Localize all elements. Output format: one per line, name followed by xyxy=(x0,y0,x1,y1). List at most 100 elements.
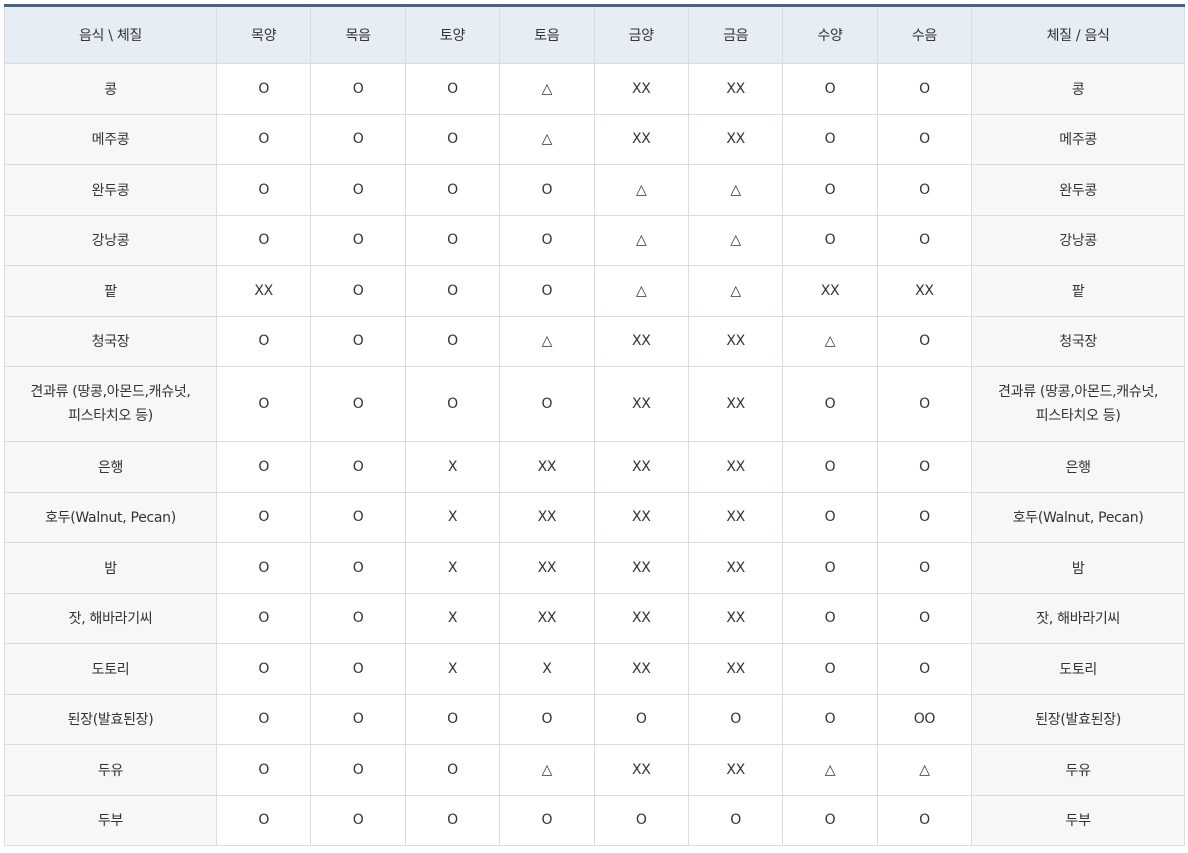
suitability-cell: XX xyxy=(687,592,784,644)
food-name-cell-right: 된장(발효된장) xyxy=(971,693,1186,745)
suitability-cell: O xyxy=(310,542,406,594)
suitability-cell: O xyxy=(876,542,973,594)
suitability-cell: XX xyxy=(593,113,689,165)
header-cell-toyang: 토양 xyxy=(404,5,501,64)
suitability-cell: XX xyxy=(593,592,689,644)
suitability-cell: XX xyxy=(687,643,784,695)
suitability-cell: O xyxy=(404,113,501,165)
header-row: 음식 \ 체질 목양 목음 토양 토음 금양 금음 수양 수음 체질 / 음식 xyxy=(4,5,1186,64)
suitability-cell: △ xyxy=(687,214,784,266)
suitability-cell: XX xyxy=(499,441,595,493)
suitability-cell: XX xyxy=(593,63,689,115)
food-name-cell-right: 두부 xyxy=(971,794,1186,846)
food-name-cell-right: 청국장 xyxy=(971,315,1186,367)
suitability-cell: O xyxy=(499,214,595,266)
suitability-cell: △ xyxy=(499,315,595,367)
suitability-cell: O xyxy=(310,366,406,442)
table-header: 음식 \ 체질 목양 목음 토양 토음 금양 금음 수양 수음 체질 / 음식 xyxy=(4,5,1186,64)
food-name-cell-right: 도토리 xyxy=(971,643,1186,695)
suitability-cell: O xyxy=(499,366,595,442)
suitability-cell: △ xyxy=(593,265,689,317)
suitability-cell: O xyxy=(782,164,878,216)
suitability-cell: X xyxy=(404,592,501,644)
food-name-cell-right: 견과류 (땅콩,아몬드,캐슈넛, 피스타치오 등) xyxy=(971,366,1186,442)
suitability-cell: OO xyxy=(876,693,973,745)
suitability-cell: O xyxy=(593,794,689,846)
suitability-cell: O xyxy=(404,214,501,266)
suitability-cell: O xyxy=(593,693,689,745)
table-row: 도토리 O O X X XX XX O O 도토리 xyxy=(4,643,1186,695)
food-name-cell-right: 두유 xyxy=(971,744,1186,796)
suitability-cell: O xyxy=(782,214,878,266)
suitability-cell: O xyxy=(215,542,312,594)
food-name-cell-right: 콩 xyxy=(971,63,1186,115)
food-name-cell: 은행 xyxy=(4,441,217,493)
suitability-cell: XX xyxy=(593,643,689,695)
suitability-cell: O xyxy=(876,315,973,367)
suitability-cell: O xyxy=(499,794,595,846)
header-cell-toeum: 토음 xyxy=(499,5,595,64)
table-row: 두부 O O O O O O O O 두부 xyxy=(4,794,1186,846)
suitability-cell: O xyxy=(782,113,878,165)
suitability-cell: O xyxy=(215,794,312,846)
suitability-cell: △ xyxy=(782,315,878,367)
food-constitution-table: 음식 \ 체질 목양 목음 토양 토음 금양 금음 수양 수음 체질 / 음식 … xyxy=(4,4,1186,846)
table-row: 두유 O O O △ XX XX △ △ 두유 xyxy=(4,744,1186,796)
food-name-cell-right: 잣, 해바라기씨 xyxy=(971,592,1186,644)
suitability-cell: O xyxy=(215,491,312,543)
suitability-cell: XX xyxy=(687,542,784,594)
table-row: 잣, 해바라기씨 O O X XX XX XX O O 잣, 해바라기씨 xyxy=(4,592,1186,644)
suitability-cell: XX xyxy=(687,366,784,442)
food-name-cell-right: 호두(Walnut, Pecan) xyxy=(971,491,1186,543)
suitability-cell: O xyxy=(876,214,973,266)
food-name-cell-right: 팥 xyxy=(971,265,1186,317)
suitability-cell: O xyxy=(876,441,973,493)
suitability-cell: △ xyxy=(499,113,595,165)
food-name-cell: 호두(Walnut, Pecan) xyxy=(4,491,217,543)
suitability-cell: O xyxy=(876,63,973,115)
suitability-cell: O xyxy=(404,265,501,317)
suitability-cell: O xyxy=(782,643,878,695)
suitability-cell: O xyxy=(876,491,973,543)
table-row: 된장(발효된장) O O O O O O O OO 된장(발효된장) xyxy=(4,693,1186,745)
suitability-cell: XX xyxy=(687,113,784,165)
suitability-cell: O xyxy=(876,113,973,165)
suitability-cell: O xyxy=(310,794,406,846)
suitability-cell: O xyxy=(687,693,784,745)
suitability-cell: O xyxy=(782,63,878,115)
suitability-cell: △ xyxy=(687,164,784,216)
suitability-cell: O xyxy=(215,592,312,644)
table-row: 콩 O O O △ XX XX O O 콩 xyxy=(4,63,1186,115)
suitability-cell: O xyxy=(310,214,406,266)
suitability-cell: O xyxy=(404,164,501,216)
suitability-cell: XX xyxy=(687,491,784,543)
suitability-cell: XX xyxy=(687,315,784,367)
header-cell-mokeum: 목음 xyxy=(310,5,406,64)
suitability-cell: O xyxy=(876,592,973,644)
suitability-cell: O xyxy=(876,794,973,846)
table-body: 콩 O O O △ XX XX O O 콩 메주콩 O O O △ XX XX O O 메주콩 완두콩 O O O O △ △ O O 완… xyxy=(4,63,1186,846)
suitability-cell: △ xyxy=(687,265,784,317)
suitability-cell: O xyxy=(687,794,784,846)
header-cell-constitution-food: 체질 / 음식 xyxy=(971,5,1186,64)
table-row: 완두콩 O O O O △ △ O O 완두콩 xyxy=(4,164,1186,216)
header-cell-geumeum: 금음 xyxy=(687,5,784,64)
suitability-cell: O xyxy=(782,794,878,846)
table-row: 밤 O O X XX XX XX O O 밤 xyxy=(4,542,1186,594)
suitability-cell: O xyxy=(215,164,312,216)
suitability-cell: O xyxy=(310,315,406,367)
suitability-cell: O xyxy=(215,214,312,266)
food-name-cell: 콩 xyxy=(4,63,217,115)
table-row: 견과류 (땅콩,아몬드,캐슈넛, 피스타치오 등) O O O O XX XX O O 견과류 (… xyxy=(4,366,1186,442)
suitability-cell: O xyxy=(404,315,501,367)
suitability-cell: O xyxy=(215,441,312,493)
food-name-cell-right: 은행 xyxy=(971,441,1186,493)
suitability-cell: XX xyxy=(593,491,689,543)
suitability-cell: O xyxy=(215,113,312,165)
suitability-cell: O xyxy=(404,63,501,115)
suitability-cell: O xyxy=(215,744,312,796)
suitability-cell: XX xyxy=(593,542,689,594)
food-name-cell: 두유 xyxy=(4,744,217,796)
food-name-cell: 팥 xyxy=(4,265,217,317)
suitability-cell: X xyxy=(404,542,501,594)
